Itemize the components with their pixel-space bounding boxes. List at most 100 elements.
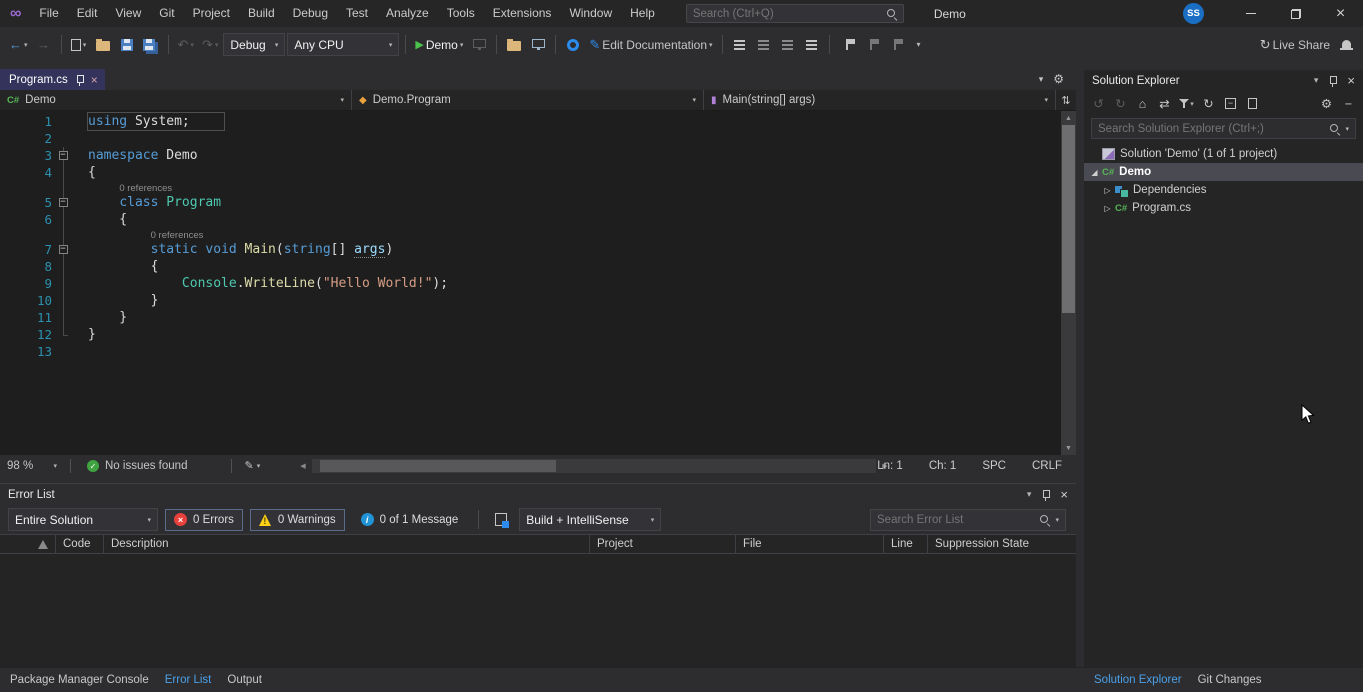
type-dropdown[interactable]: ◆ Demo.Program▾ [352,90,704,110]
menu-git[interactable]: Git [150,0,183,27]
save-all-button[interactable] [140,33,162,57]
code-line[interactable]: 9 Console.WriteLine("Hello World!"); [0,275,1061,292]
properties-icon[interactable]: ⚙ [1316,94,1337,114]
code-line[interactable]: 8 { [0,258,1061,275]
document-well-settings-icon[interactable]: ⚙ [1053,72,1064,86]
solution-explorer-search-input[interactable] [1098,123,1324,135]
restore-button[interactable] [1273,0,1318,27]
zoom-dropdown[interactable]: 98 %▾ [0,455,64,477]
tree-expander-icon[interactable]: ▷ [1101,204,1114,213]
code-line[interactable]: 11 } [0,309,1061,326]
code-line[interactable]: 6 { [0,211,1061,228]
tab-pin-icon[interactable] [75,74,84,86]
decrease-indent-button[interactable] [777,33,799,57]
scroll-up-icon[interactable]: ▲ [1061,111,1076,125]
pin-icon[interactable] [1041,489,1050,501]
menu-view[interactable]: View [106,0,150,27]
column-header-description[interactable]: Description [104,535,590,553]
code-cleanup-button[interactable]: ✎ ▾ [238,461,266,472]
vertical-scroll-thumb[interactable] [1062,125,1075,313]
save-button[interactable] [116,33,138,57]
menu-extensions[interactable]: Extensions [484,0,561,27]
solution-explorer-header[interactable]: Solution Explorer ▾ × [1084,70,1363,91]
tree-item-program-cs[interactable]: ▷C#Program.cs [1084,199,1363,217]
increase-indent-button[interactable] [801,33,823,57]
member-dropdown[interactable]: ▮ Main(string[] args)▾ [704,90,1056,110]
codelens-row[interactable]: 0 references [0,228,1061,241]
code-line[interactable]: 7− static void Main(string[] args) [0,241,1061,258]
panel-tab-git-changes[interactable]: Git Changes [1190,674,1270,686]
code-line[interactable]: 10 } [0,292,1061,309]
uncomment-selection-button[interactable] [753,33,775,57]
code-line[interactable]: 2 [0,130,1061,147]
start-debugging-button[interactable]: ▶ Demo ▾ [412,33,466,57]
undo-button[interactable]: ↶▾ [175,33,197,57]
preview-selected-items-icon[interactable]: − [1338,94,1359,114]
scope-filter-combo[interactable]: Entire Solution▾ [8,508,158,531]
minimize-button[interactable] [1228,0,1273,27]
error-list-search-input[interactable] [877,514,1034,526]
column-header-file[interactable]: File [736,535,884,553]
collapse-region-icon[interactable]: − [59,198,68,207]
menu-project[interactable]: Project [184,0,239,27]
close-button[interactable]: × [1318,0,1363,27]
navigate-forward-button[interactable]: → [33,33,55,57]
column-header-project[interactable]: Project [590,535,736,553]
menu-debug[interactable]: Debug [284,0,337,27]
redo-button[interactable]: ↷▾ [199,33,221,57]
warnings-toggle-button[interactable]: 0 Warnings [250,509,345,531]
close-panel-icon[interactable]: × [1060,488,1068,501]
menu-build[interactable]: Build [239,0,284,27]
search-options-icon[interactable]: ▾ [1345,125,1349,133]
scroll-down-icon[interactable]: ▼ [1061,441,1076,455]
window-position-menu-icon[interactable]: ▾ [1314,75,1319,86]
horizontal-scroll-thumb[interactable] [320,460,556,472]
navigate-back-button[interactable]: ←▾ [6,33,31,57]
screenshot-tool-button[interactable] [527,33,549,57]
code-line[interactable]: 1using System; [0,113,1061,130]
column-header-line[interactable]: Line [884,535,928,553]
comment-selection-button[interactable] [729,33,751,57]
next-bookmark-button[interactable] [884,33,906,57]
solution-configurations-combo[interactable]: Debug▾ [223,33,285,56]
codelens-references-link[interactable]: 0 references [119,183,172,194]
menu-file[interactable]: File [30,0,67,27]
back-circle-icon[interactable]: ↺ [1088,94,1109,114]
sync-with-active-document-icon[interactable]: ⇄ [1154,94,1175,114]
forward-circle-icon[interactable]: ↻ [1110,94,1131,114]
quick-search-input[interactable] [693,8,886,20]
tree-item-demo[interactable]: ◢C#Demo [1084,163,1363,181]
search-options-icon[interactable]: ▾ [1055,516,1059,524]
spaces-indicator[interactable]: SPC [982,460,1006,472]
editor-vertical-scrollbar[interactable]: ▲ ▼ [1061,111,1076,455]
project-dropdown[interactable]: C# Demo▾ [0,90,352,110]
new-file-button[interactable]: ▾ [68,33,90,57]
codelens-row[interactable]: 0 references [0,181,1061,194]
tree-item-solution-demo-1-of-1-project[interactable]: Solution 'Demo' (1 of 1 project) [1084,145,1363,163]
menu-test[interactable]: Test [337,0,377,27]
error-list-header[interactable]: Error List ▾ × [0,484,1076,505]
panel-tab-package-manager-console[interactable]: Package Manager Console [2,674,157,686]
previous-bookmark-button[interactable] [860,33,882,57]
panel-tab-solution-explorer[interactable]: Solution Explorer [1086,674,1190,686]
messages-toggle-button[interactable]: i 0 of 1 Message [352,509,468,531]
tree-expander-icon[interactable]: ◢ [1088,168,1101,177]
home-icon[interactable]: ⌂ [1132,94,1153,114]
line-ending-indicator[interactable]: CRLF [1032,460,1062,472]
menu-analyze[interactable]: Analyze [377,0,438,27]
menu-help[interactable]: Help [621,0,664,27]
edit-documentation-button[interactable]: ✎ Edit Documentation ▾ [586,33,715,57]
collapse-region-icon[interactable]: − [59,151,68,160]
codelens-references-link[interactable]: 0 references [151,230,204,241]
filter-dropdown-icon[interactable]: ▾ [1176,94,1197,114]
column-header-code[interactable]: Code [56,535,104,553]
toggle-bookmark-button[interactable] [836,33,858,57]
code-editor[interactable]: 1using System;23−namespace Demo4{ 0 refe… [0,111,1076,455]
toolbar-overflow-button[interactable]: ▾ [908,33,930,57]
pin-icon[interactable] [1328,75,1337,87]
browser-link-refresh-button[interactable] [562,33,584,57]
window-position-menu-icon[interactable]: ▾ [1027,489,1032,500]
live-share-button[interactable]: ↻ Live Share [1257,33,1333,57]
tab-program-cs[interactable]: Program.cs × [0,69,105,90]
quick-search-box[interactable] [686,4,904,23]
